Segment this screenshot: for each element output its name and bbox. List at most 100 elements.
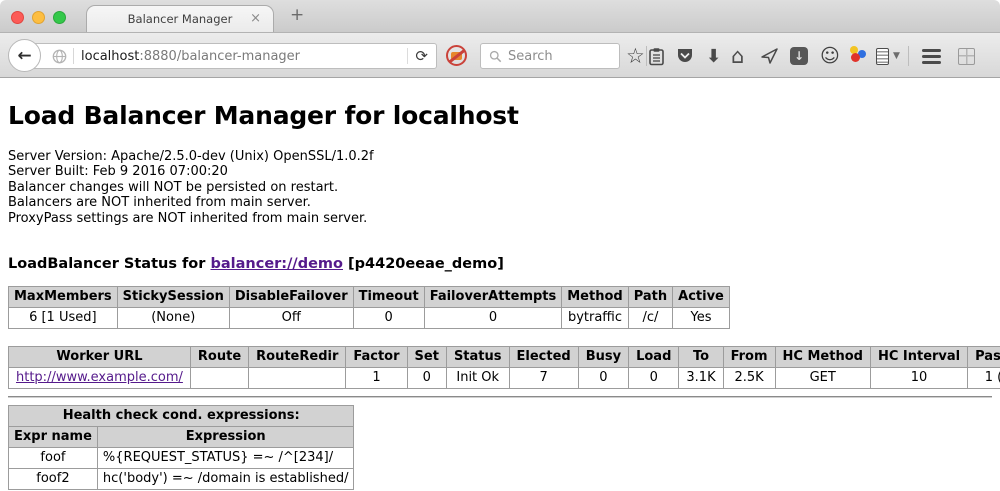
worker-status-table: Worker URL Route RouteRedir Factor Set S… — [8, 346, 1000, 389]
cell-elected: 7 — [509, 368, 578, 389]
info-line: ProxyPass settings are NOT inherited fro… — [8, 211, 992, 226]
globe-icon[interactable] — [52, 49, 67, 64]
col-header: Passes — [968, 347, 1000, 368]
health-header-row: Expr name Expression — [9, 427, 354, 448]
dot-red — [851, 53, 860, 62]
tab-groups-icon[interactable] — [958, 44, 975, 68]
url-bar[interactable]: localhost:8880/balancer-manager ⟳ — [25, 43, 437, 69]
info-line: Balancers are NOT inherited from main se… — [8, 195, 992, 210]
worker-data-row: http://www.example.com/ 1 0 Init Ok 7 0 … — [9, 368, 1000, 389]
search-input[interactable] — [508, 49, 608, 64]
col-header: Elected — [509, 347, 578, 368]
cell-set: 0 — [407, 368, 446, 389]
search-bar[interactable] — [480, 43, 620, 69]
info-line: Server Version: Apache/2.5.0-dev (Unix) … — [8, 149, 992, 164]
chevron-down-icon[interactable]: ▼ — [893, 44, 900, 68]
col-header: Busy — [578, 347, 628, 368]
cell-maxmembers: 6 [1 Used] — [9, 308, 118, 329]
col-header: Load — [629, 347, 679, 368]
col-header: HC Interval — [870, 347, 967, 368]
cell-passes: 1 (0) — [968, 368, 1000, 389]
bookmarks-panel-icon[interactable] — [648, 44, 665, 68]
col-header: HC Method — [775, 347, 870, 368]
col-header: Factor — [346, 347, 407, 368]
cell-busy: 0 — [578, 368, 628, 389]
tab-balancer-manager[interactable]: Balancer Manager × — [86, 5, 274, 32]
cell-status: Init Ok — [446, 368, 509, 389]
info-line: Balancer changes will NOT be persisted o… — [8, 180, 992, 195]
cell-path: /c/ — [628, 308, 672, 329]
send-tab-icon[interactable] — [760, 44, 779, 68]
browser-window: Balancer Manager × + ← localhost:8880/ba… — [0, 0, 1000, 491]
minimize-window-button[interactable] — [32, 11, 45, 24]
worker-url-link[interactable]: http://www.example.com/ — [16, 370, 183, 385]
page-content: Load Balancer Manager for localhost Serv… — [0, 78, 1000, 490]
zoom-window-button[interactable] — [53, 11, 66, 24]
cell-active: Yes — [673, 308, 730, 329]
reload-icon[interactable]: ⟳ — [415, 49, 428, 64]
col-header: Expression — [97, 427, 354, 448]
notes-glyph — [876, 48, 889, 65]
loadbalancer-status-heading: LoadBalancer Status for balancer://demo … — [8, 256, 992, 272]
toolbar-separator — [646, 46, 647, 66]
extension-download-icon[interactable]: ↓ — [790, 44, 808, 68]
navigation-toolbar: ← localhost:8880/balancer-manager ⟳ ☆ — [0, 33, 1000, 78]
search-icon — [489, 50, 502, 63]
col-header: Path — [628, 287, 672, 308]
new-tab-button[interactable]: + — [290, 5, 304, 25]
menu-hamburger-icon[interactable] — [920, 44, 942, 68]
cell-stickysession: (None) — [117, 308, 229, 329]
cell-expr-name: foof2 — [9, 469, 98, 490]
bookmark-star-icon[interactable]: ☆ — [626, 44, 645, 68]
home-icon[interactable]: ⌂ — [731, 44, 744, 68]
balancer-demo-link[interactable]: balancer://demo — [210, 256, 343, 272]
url-separator — [73, 48, 74, 64]
col-header: MaxMembers — [9, 287, 118, 308]
col-header: Set — [407, 347, 446, 368]
reload-separator — [407, 48, 408, 64]
toolbar-separator-2 — [908, 46, 909, 66]
cell-failoverattempts: 0 — [424, 308, 562, 329]
health-table-title: Health check cond. expressions: — [9, 406, 354, 427]
cell-worker-url: http://www.example.com/ — [9, 368, 191, 389]
cell-route — [190, 368, 248, 389]
colored-dots-extension-icon[interactable] — [849, 44, 867, 62]
col-header: Active — [673, 287, 730, 308]
cell-hc-method: GET — [775, 368, 870, 389]
tab-close-icon[interactable]: × — [250, 11, 261, 26]
page-title: Load Balancer Manager for localhost — [8, 78, 992, 130]
col-header: To — [679, 347, 723, 368]
downloads-icon[interactable]: ⬇ — [706, 44, 721, 68]
cell-factor: 1 — [346, 368, 407, 389]
divider — [8, 396, 992, 398]
cell-expr-name: foof — [9, 448, 98, 469]
cell-expression: %{REQUEST_STATUS} =~ /^[234]/ — [97, 448, 354, 469]
col-header: RouteRedir — [249, 347, 346, 368]
health-data-row: foof %{REQUEST_STATUS} =~ /^[234]/ — [9, 448, 354, 469]
heading-prefix: LoadBalancer Status for — [8, 256, 210, 272]
address-text[interactable]: localhost:8880/balancer-manager — [81, 49, 407, 64]
cell-hc-interval: 10 — [870, 368, 967, 389]
feedback-smiley-icon[interactable]: ☺ — [820, 44, 840, 68]
notes-extension-icon[interactable] — [876, 44, 889, 68]
grid-glyph — [958, 48, 975, 65]
back-button[interactable]: ← — [8, 39, 41, 72]
pocket-icon[interactable] — [676, 44, 694, 68]
tab-bar: Balancer Manager × + — [0, 0, 1000, 33]
cell-disablefailover: Off — [229, 308, 353, 329]
cell-load: 0 — [629, 368, 679, 389]
col-header: Worker URL — [9, 347, 191, 368]
info-line: Server Built: Feb 9 2016 07:00:20 — [8, 164, 992, 179]
worker-header-row: Worker URL Route RouteRedir Factor Set S… — [9, 347, 1000, 368]
cell-routeredir — [249, 368, 346, 389]
col-header: Expr name — [9, 427, 98, 448]
window-controls — [11, 11, 66, 24]
plugin-blocked-icon[interactable] — [446, 45, 467, 66]
health-title-row: Health check cond. expressions: — [9, 406, 354, 427]
hamburger-bars — [922, 55, 941, 58]
cell-expression: hc('body') =~ /domain is established/ — [97, 469, 354, 490]
col-header: From — [723, 347, 775, 368]
cell-method: bytraffic — [562, 308, 628, 329]
close-window-button[interactable] — [11, 11, 24, 24]
balancer-data-row: 6 [1 Used] (None) Off 0 0 bytraffic /c/ … — [9, 308, 730, 329]
